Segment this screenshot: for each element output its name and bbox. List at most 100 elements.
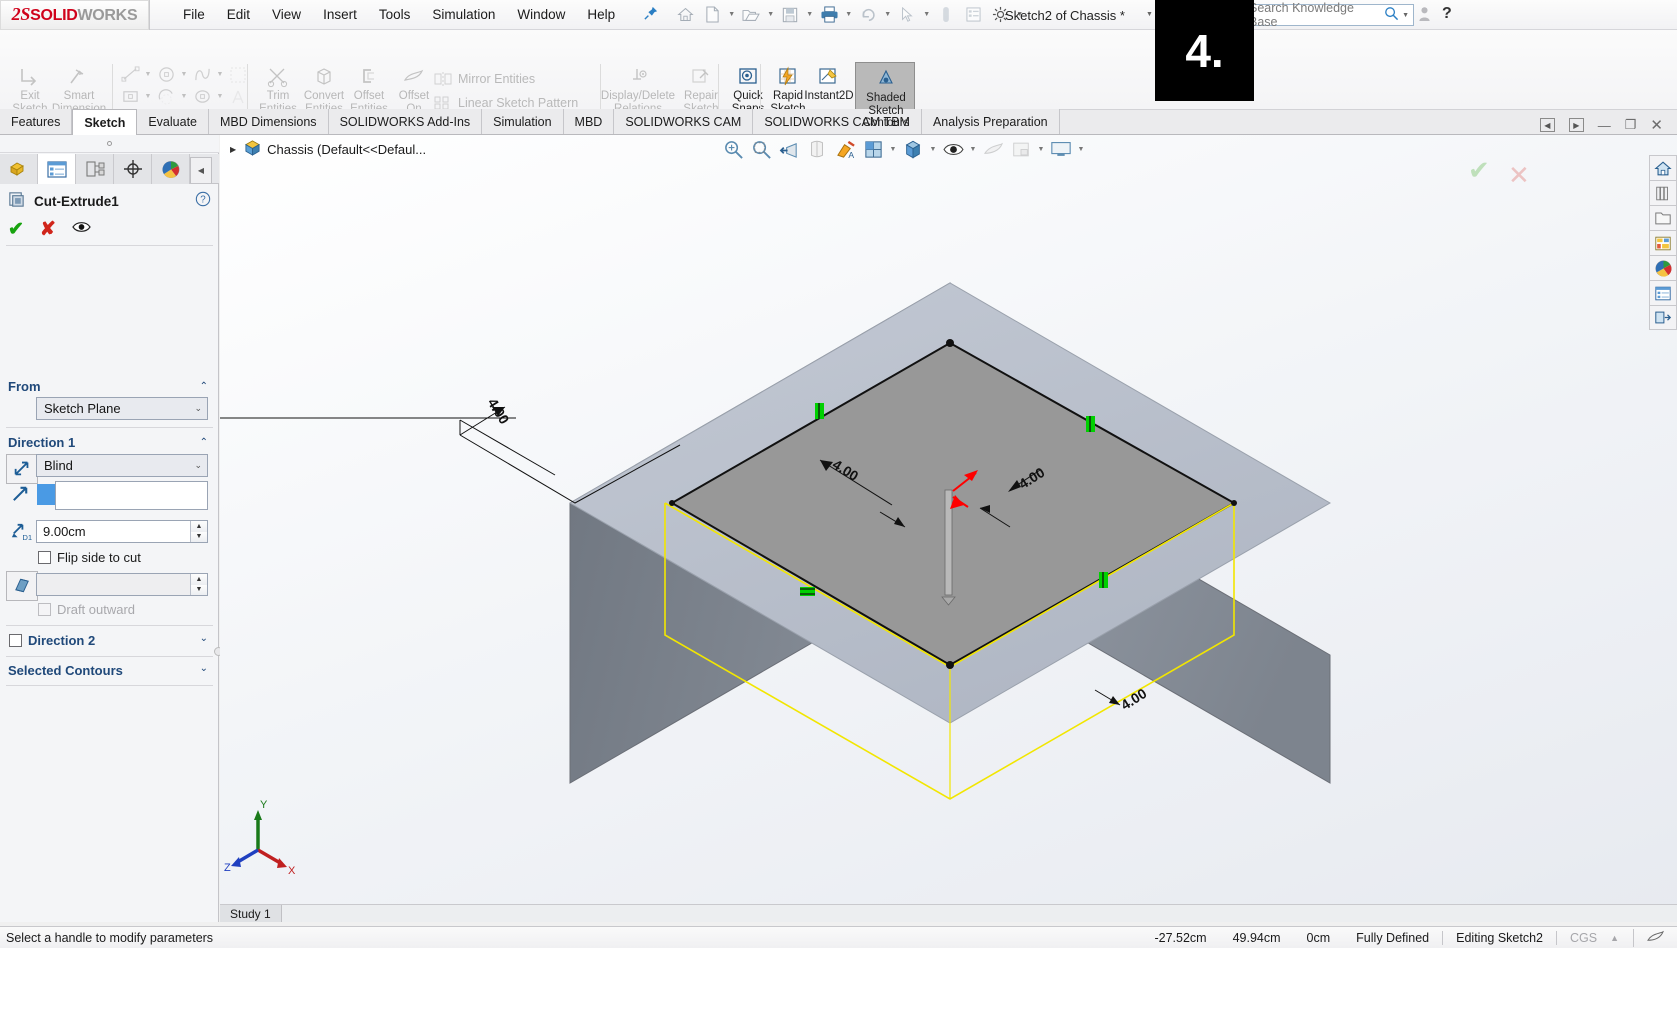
line-icon[interactable] — [118, 64, 142, 85]
cad-model-3d[interactable]: Y X Z — [220, 135, 1677, 922]
property-manager-tab[interactable] — [38, 154, 76, 184]
stepper-up-icon[interactable]: ▲ — [191, 521, 207, 532]
stepper-down-icon[interactable]: ▼ — [191, 584, 207, 595]
chevron-down-icon[interactable]: ▼ — [214, 71, 226, 78]
next-doc-icon[interactable]: ▶ — [1568, 118, 1584, 132]
depth-input[interactable]: 9.00cm ▲ ▼ — [36, 520, 208, 543]
search-icon[interactable] — [1384, 6, 1402, 24]
stepper-down-icon[interactable]: ▼ — [191, 531, 207, 542]
graphics-viewport[interactable]: ▶ Chassis (Default<<Defaul... A ▼ ▼ ▼ ▼ … — [220, 135, 1677, 922]
circle-icon[interactable] — [154, 64, 178, 85]
collapse-panel-button[interactable]: ◀ — [190, 157, 212, 183]
chevron-down-icon[interactable]: ▼ — [214, 93, 226, 100]
home-icon[interactable] — [672, 3, 698, 27]
prev-doc-icon[interactable]: ◀ — [1539, 118, 1555, 132]
chevron-down-icon[interactable]: ▼ — [726, 11, 737, 18]
feature-manager-tab[interactable] — [0, 154, 38, 184]
face-selection-input[interactable] — [55, 481, 208, 510]
shaded-sketch-contours-content: Shaded Sketch Contours — [857, 66, 915, 130]
slot-arc-icon[interactable] — [154, 86, 178, 107]
cancel-x-icon[interactable]: ✘ — [40, 218, 56, 241]
stepper-up-icon[interactable]: ▲ — [191, 574, 207, 585]
help-question-icon[interactable]: ? — [195, 191, 211, 211]
status-units[interactable]: CGS — [1555, 930, 1610, 945]
preview-eye-icon[interactable] — [72, 220, 91, 238]
chevron-down-icon[interactable]: ▼ — [882, 11, 893, 18]
chevron-down-icon[interactable]: ⌄ — [194, 403, 202, 414]
restore-icon[interactable]: ❐ — [1625, 117, 1637, 133]
ellipse-icon[interactable] — [190, 86, 214, 107]
chevron-down-icon[interactable]: ▼ — [804, 11, 815, 18]
display-manager-tab[interactable] — [152, 154, 190, 184]
document-title-chevron-icon[interactable]: ▼ — [1146, 11, 1153, 18]
confirm-check-icon[interactable]: ✔ — [8, 218, 24, 241]
chevron-down-icon[interactable]: ▼ — [178, 71, 190, 78]
undo-icon[interactable] — [855, 3, 881, 27]
tab-mbd-dimensions[interactable]: MBD Dimensions — [209, 109, 329, 134]
chevron-down-icon[interactable]: ▼ — [765, 11, 776, 18]
chevron-down-icon[interactable]: ▼ — [921, 11, 932, 18]
menu-file[interactable]: File — [172, 3, 216, 26]
menu-window[interactable]: Window — [506, 3, 576, 26]
solidworks-logo[interactable]: 2SSOLIDWORKS — [0, 0, 150, 30]
tab-sketch[interactable]: Sketch — [72, 109, 138, 135]
chevron-down-icon[interactable]: ⌄ — [194, 460, 202, 471]
new-document-icon[interactable] — [699, 3, 725, 27]
direction1-group-collapse-icon[interactable]: ⌃ — [200, 437, 208, 448]
tab-analysis-preparation[interactable]: Analysis Preparation — [921, 109, 1060, 134]
flip-side-to-cut-checkbox[interactable]: Flip side to cut — [38, 550, 141, 565]
reverse-direction-button[interactable] — [6, 454, 38, 484]
dimxpert-manager-tab[interactable] — [114, 154, 152, 184]
menu-edit[interactable]: Edit — [216, 3, 261, 26]
configuration-manager-tab[interactable] — [76, 154, 114, 184]
close-icon[interactable]: ✕ — [1650, 116, 1663, 134]
direction2-group-collapse-icon[interactable]: ⌄ — [200, 633, 208, 644]
overlay-icon[interactable] — [1633, 928, 1677, 947]
mirror-entities-button[interactable]: Mirror Entities — [432, 70, 535, 88]
from-condition-select[interactable]: Sketch Plane ⌄ — [36, 397, 208, 420]
chevron-down-icon[interactable]: ▼ — [142, 71, 154, 78]
user-account-icon[interactable] — [1418, 6, 1431, 26]
rectangle-icon[interactable] — [118, 86, 142, 107]
instant2d-button[interactable]: Instant2D — [800, 64, 858, 103]
end-condition-select[interactable]: Blind ⌄ — [36, 454, 208, 477]
help-question-icon[interactable]: ? — [1442, 5, 1452, 23]
draft-outward-checkbox[interactable]: Draft outward — [38, 602, 135, 617]
search-input[interactable]: Search Knowledge Base ▼ — [1242, 1, 1414, 29]
tab-evaluate[interactable]: Evaluate — [137, 109, 209, 134]
direction2-checkbox[interactable]: Direction 2 — [9, 633, 95, 648]
tab-solidworks-cam[interactable]: SOLIDWORKS CAM — [614, 109, 754, 134]
menu-tools[interactable]: Tools — [368, 3, 422, 26]
menu-help[interactable]: Help — [576, 3, 626, 26]
search-chevron-icon[interactable]: ▼ — [1402, 12, 1413, 19]
tab-features[interactable]: Features — [0, 109, 73, 134]
pin-icon[interactable] — [644, 6, 658, 24]
panel-splitter[interactable] — [0, 135, 219, 153]
draft-angle-button[interactable] — [6, 571, 38, 601]
print-icon[interactable] — [816, 3, 842, 27]
depth-stepper[interactable]: ▲ ▼ — [190, 521, 207, 542]
chevron-down-icon[interactable]: ▼ — [178, 93, 190, 100]
caret-up-icon[interactable]: ▲ — [1610, 933, 1633, 943]
save-icon[interactable] — [777, 3, 803, 27]
minimize-icon[interactable]: — — [1598, 118, 1611, 133]
smart-dimension-label-1: Smart — [63, 90, 95, 102]
menu-simulation[interactable]: Simulation — [421, 3, 506, 26]
chevron-down-icon[interactable]: ▼ — [843, 11, 854, 18]
selected-contours-collapse-icon[interactable]: ⌄ — [200, 663, 208, 674]
draft-angle-input[interactable]: ▲ ▼ — [36, 573, 208, 596]
menu-insert[interactable]: Insert — [312, 3, 368, 26]
from-group-collapse-icon[interactable]: ⌃ — [200, 381, 208, 392]
menu-view[interactable]: View — [261, 3, 312, 26]
select-cursor-icon[interactable] — [894, 3, 920, 27]
trim-entities-label-1: Trim — [266, 90, 290, 102]
tab-simulation[interactable]: Simulation — [482, 109, 564, 134]
study-tab[interactable]: Study 1 — [220, 904, 282, 922]
draft-angle-stepper[interactable]: ▲ ▼ — [190, 574, 207, 595]
tab-solidworks-add-ins[interactable]: SOLIDWORKS Add-Ins — [328, 109, 483, 134]
open-folder-icon[interactable] — [738, 3, 764, 27]
tab-mbd[interactable]: MBD — [563, 109, 615, 134]
spline-icon[interactable] — [190, 64, 214, 85]
chevron-down-icon[interactable]: ▼ — [142, 93, 154, 100]
exit-sketch-icon — [18, 64, 42, 90]
